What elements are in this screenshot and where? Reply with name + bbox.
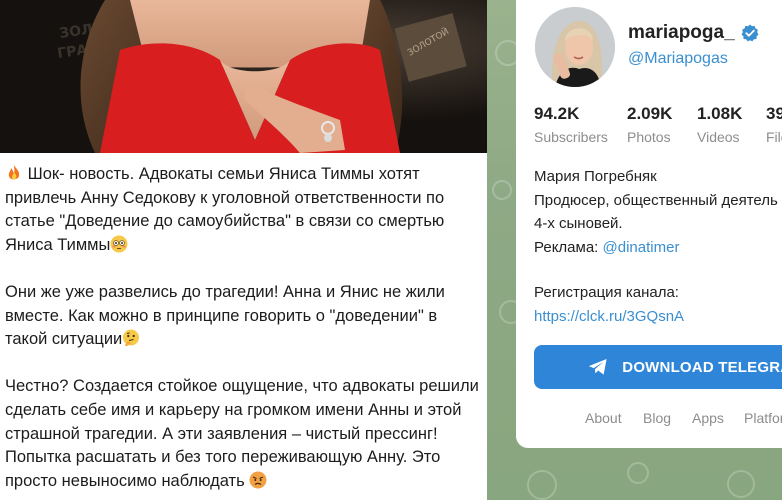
stat-subscribers: 94.2K Subscribers	[534, 104, 608, 145]
post-photo[interactable]: ЗОЛО ГРАММ ЗОЛОТОЙ	[0, 0, 487, 153]
background-doodle	[492, 180, 512, 200]
download-button-label: DOWNLOAD TELEGRAM	[622, 358, 782, 376]
channel-description: Мария Погребняк Продюсер, общественный д…	[534, 165, 782, 259]
footer-link-apps[interactable]: Apps	[692, 410, 724, 426]
channel-name-text: mariapoga_	[628, 22, 735, 43]
channel-avatar[interactable]	[535, 7, 615, 87]
post-text: Шок- новость. Адвокаты семьи Яниса Тиммы…	[5, 163, 480, 500]
stat-label: Videos	[697, 129, 740, 145]
post-photo-image: ЗОЛО ГРАММ ЗОЛОТОЙ	[0, 0, 487, 153]
post-paragraph-text: Честно? Создается стойкое ощущение, что …	[5, 377, 479, 490]
post-card: ЗОЛО ГРАММ ЗОЛОТОЙ Шок- новость.	[0, 0, 487, 500]
post-paragraph: Честно? Создается стойкое ощущение, что …	[5, 375, 480, 493]
footer-link-platform[interactable]: Platform	[744, 410, 782, 426]
stat-files[interactable]: 39 Files	[766, 104, 782, 145]
angry-emoji-icon	[249, 471, 267, 489]
background-doodle	[627, 462, 649, 484]
description-role-line-2: 4-х сыновей.	[534, 215, 623, 232]
description-ads-line: Реклама: @dinatimer	[534, 236, 782, 260]
registration-link[interactable]: https://clck.ru/3GQsnA	[534, 308, 684, 325]
post-paragraph-text: Шок- новость. Адвокаты семьи Яниса Тиммы…	[5, 165, 445, 254]
stat-photos[interactable]: 2.09K Photos	[627, 104, 672, 145]
stat-value: 39	[766, 104, 782, 123]
post-paragraph: Они же уже развелись до трагедии! Анна и…	[5, 281, 480, 352]
flushed-emoji-icon	[110, 235, 128, 253]
avatar-image	[535, 7, 615, 87]
background-doodle	[527, 470, 557, 500]
stat-value: 2.09K	[627, 104, 673, 123]
stat-value: 1.08K	[697, 104, 743, 123]
stat-label: Photos	[627, 129, 671, 145]
stat-label: Files	[766, 129, 782, 145]
ads-link[interactable]: @dinatimer	[603, 239, 680, 256]
channel-name: mariapoga_	[628, 22, 759, 44]
footer-link-blog[interactable]: Blog	[643, 410, 671, 426]
stat-label: Subscribers	[534, 129, 608, 145]
telegram-plane-icon	[588, 358, 607, 375]
stat-value: 94.2K	[534, 104, 580, 123]
channel-handle[interactable]: @Mariapogas	[628, 50, 728, 68]
fire-emoji-icon	[8, 165, 20, 180]
thinking-emoji-icon	[123, 329, 140, 347]
verified-badge-icon	[741, 24, 759, 42]
ads-label: Реклама:	[534, 238, 603, 256]
stat-videos[interactable]: 1.08K Videos	[697, 104, 742, 145]
post-paragraph-text: Они же уже развелись до трагедии! Анна и…	[5, 282, 445, 349]
download-telegram-button[interactable]: DOWNLOAD TELEGRAM	[534, 345, 782, 389]
registration-label: Регистрация канала:	[534, 284, 679, 301]
post-paragraph: Шок- новость. Адвокаты семьи Яниса Тиммы…	[5, 163, 480, 257]
footer-link-about[interactable]: About	[585, 410, 622, 426]
description-name-line: Мария Погребняк	[534, 168, 657, 185]
description-role-line: Продюсер, общественный деятель	[534, 191, 778, 209]
background-doodle	[727, 470, 755, 498]
